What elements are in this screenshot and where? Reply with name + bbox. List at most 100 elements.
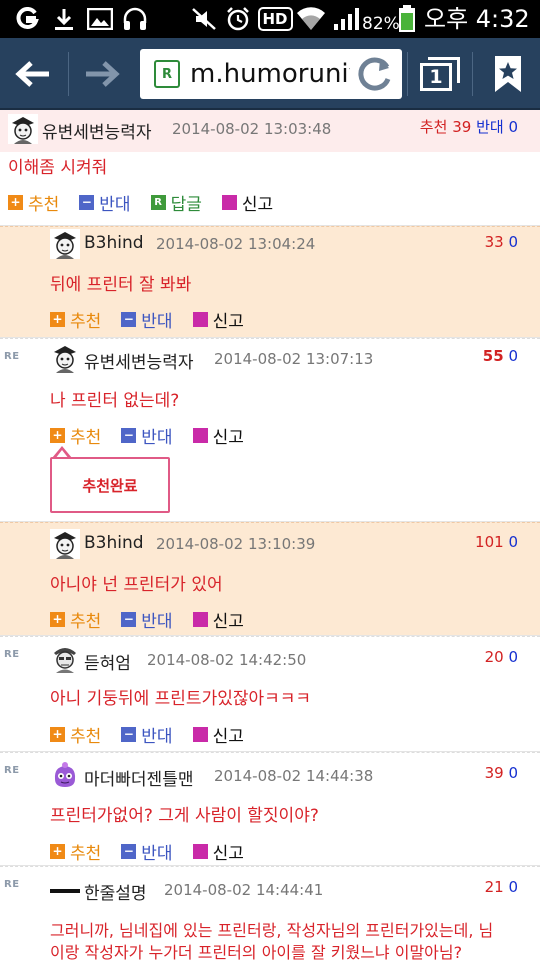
plus-icon: + [50,726,65,742]
forward-arrow-icon [86,61,120,87]
reload-button[interactable] [355,55,395,93]
plus-icon: + [50,843,65,859]
comment-nickname[interactable]: 유변세변능력자 [84,348,193,373]
back-button[interactable] [0,38,66,110]
oppose-button[interactable]: − 반대 [121,839,173,864]
back-arrow-icon [15,61,49,87]
report-button[interactable]: 신고 [192,607,244,632]
comment-nickname[interactable]: B3hind [84,233,144,253]
comment-nickname[interactable]: 마더빠더젠틀맨 [84,765,193,790]
reload-icon [358,57,391,91]
oppose-label: 반대 [141,843,173,864]
report-button[interactable]: 신고 [192,423,244,448]
recommend-button[interactable]: + 추천 [50,722,101,747]
battery-percent: 82% [362,14,400,34]
recommend-label: 추천 [28,194,60,215]
address-bar[interactable]: R m.humoruniv [140,49,402,99]
recommend-button[interactable]: + 추천 [50,839,101,864]
minus-icon: − [121,843,137,859]
up-count: 20 [484,648,504,666]
oppose-button[interactable]: − 반대 [121,607,173,632]
comment-text: 이해좀 시켜줘 [8,158,108,178]
report-label: 신고 [212,611,244,632]
user-avatar-icon [50,229,80,259]
recommend-label: 추천 [70,611,102,632]
oppose-button[interactable]: − 반대 [121,307,173,332]
comment-nickname[interactable]: 듣혀엄 [84,649,131,674]
recommend-button[interactable]: + 추천 [50,607,101,632]
comment-text: 나 프린터 없는데? [50,391,180,411]
oppose-button[interactable]: − 반대 [121,423,173,448]
comment-actions: + 추천 − 반대 신고 [50,307,264,332]
user-avatar-icon [8,114,38,144]
plus-icon: + [8,194,23,210]
user-avatar-icon [50,889,80,893]
up-count: 39 [484,764,504,782]
plus-icon: + [50,311,65,327]
down-count: 0 [508,233,518,251]
report-button[interactable]: 신고 [221,190,273,215]
plus-icon: + [50,427,65,443]
reply-label: 답글 [170,194,202,215]
siren-icon [192,611,208,627]
reply-button[interactable]: R 답글 [150,190,202,215]
forward-button[interactable] [70,38,134,110]
comment-item: B3hind 2014-08-02 13:04:24 33 0 뒤에 프린터 잘… [0,226,540,338]
comment-nickname[interactable]: 한줄설명 [84,879,147,904]
report-button[interactable]: 신고 [192,307,244,332]
status-bar: HD 82% 오후 4:32 [0,0,540,38]
down-count: 0 [508,347,518,365]
recommend-button[interactable]: + 추천 [50,307,101,332]
down-count: 0 [508,764,518,782]
download-icon [52,6,76,32]
recommend-label: 추천 [70,427,102,448]
down-count: 0 [508,533,518,551]
bookmark-button[interactable] [476,38,540,110]
oppose-button[interactable]: − 반대 [79,190,131,215]
minus-icon: − [121,311,137,327]
down-count: 0 [508,648,518,666]
minus-icon: − [121,611,137,627]
toolbar-divider [472,52,473,96]
clock: 오후 4:32 [424,5,530,33]
comment-text-line: 그러니까, 님네집에 있는 프린터랑, 작성자님의 프린터가있는데, 님 [50,921,494,940]
user-avatar-icon [50,343,80,373]
toolbar-divider [68,52,69,96]
reply-marker: RE [4,765,20,776]
recommend-button[interactable]: + 추천 [8,190,59,215]
recommend-label: 추천 [70,311,102,332]
comment-nickname[interactable]: 유변세변능력자 [42,118,151,143]
comment-text: 아니야 넌 프린터가 있어 [50,575,223,595]
gallery-icon [86,6,114,32]
comment-text: 뒤에 프린터 잘 봐봐 [50,275,192,295]
comment-actions: + 추천 − 반대 신고 [50,839,264,864]
comment-date: 2014-08-02 14:44:41 [164,881,324,899]
vote-counts: 55 0 [483,347,518,365]
user-avatar-icon [50,643,80,673]
vote-counts: 101 0 [475,533,518,551]
signal-icon [332,6,362,32]
comment-date: 2014-08-02 13:03:48 [172,120,332,138]
comment-item: RE 마더빠더젠틀맨 2014-08-02 14:44:38 39 0 프린터가… [0,752,540,866]
report-button[interactable]: 신고 [192,722,244,747]
comment-nickname[interactable]: B3hind [84,533,144,553]
recommend-button[interactable]: + 추천 [50,423,101,448]
report-button[interactable]: 신고 [192,839,244,864]
comment-item: 유변세변능력자 2014-08-02 13:03:48 추천 39 반대 0 이… [0,110,540,226]
comment-date: 2014-08-02 13:04:24 [156,235,316,253]
oppose-button[interactable]: − 반대 [121,722,173,747]
minus-icon: − [121,726,137,742]
comment-date: 2014-08-02 14:42:50 [147,651,307,669]
tabs-button[interactable]: 1 [410,38,470,110]
reply-marker: RE [4,879,20,890]
siren-icon [192,427,208,443]
comment-date: 2014-08-02 13:10:39 [156,535,316,553]
battery-icon [397,5,417,32]
comment-actions: + 추천 − 반대 R 답글 신고 [8,190,293,215]
report-label: 신고 [212,726,244,747]
vote-counts: 21 0 [485,878,518,896]
toolbar-divider [407,52,408,96]
minus-icon: − [121,427,137,443]
comment-text: 아니 기둥뒤에 프린트가있잖아ㅋㅋㅋ [50,689,312,709]
vote-counts: 20 0 [485,648,518,666]
